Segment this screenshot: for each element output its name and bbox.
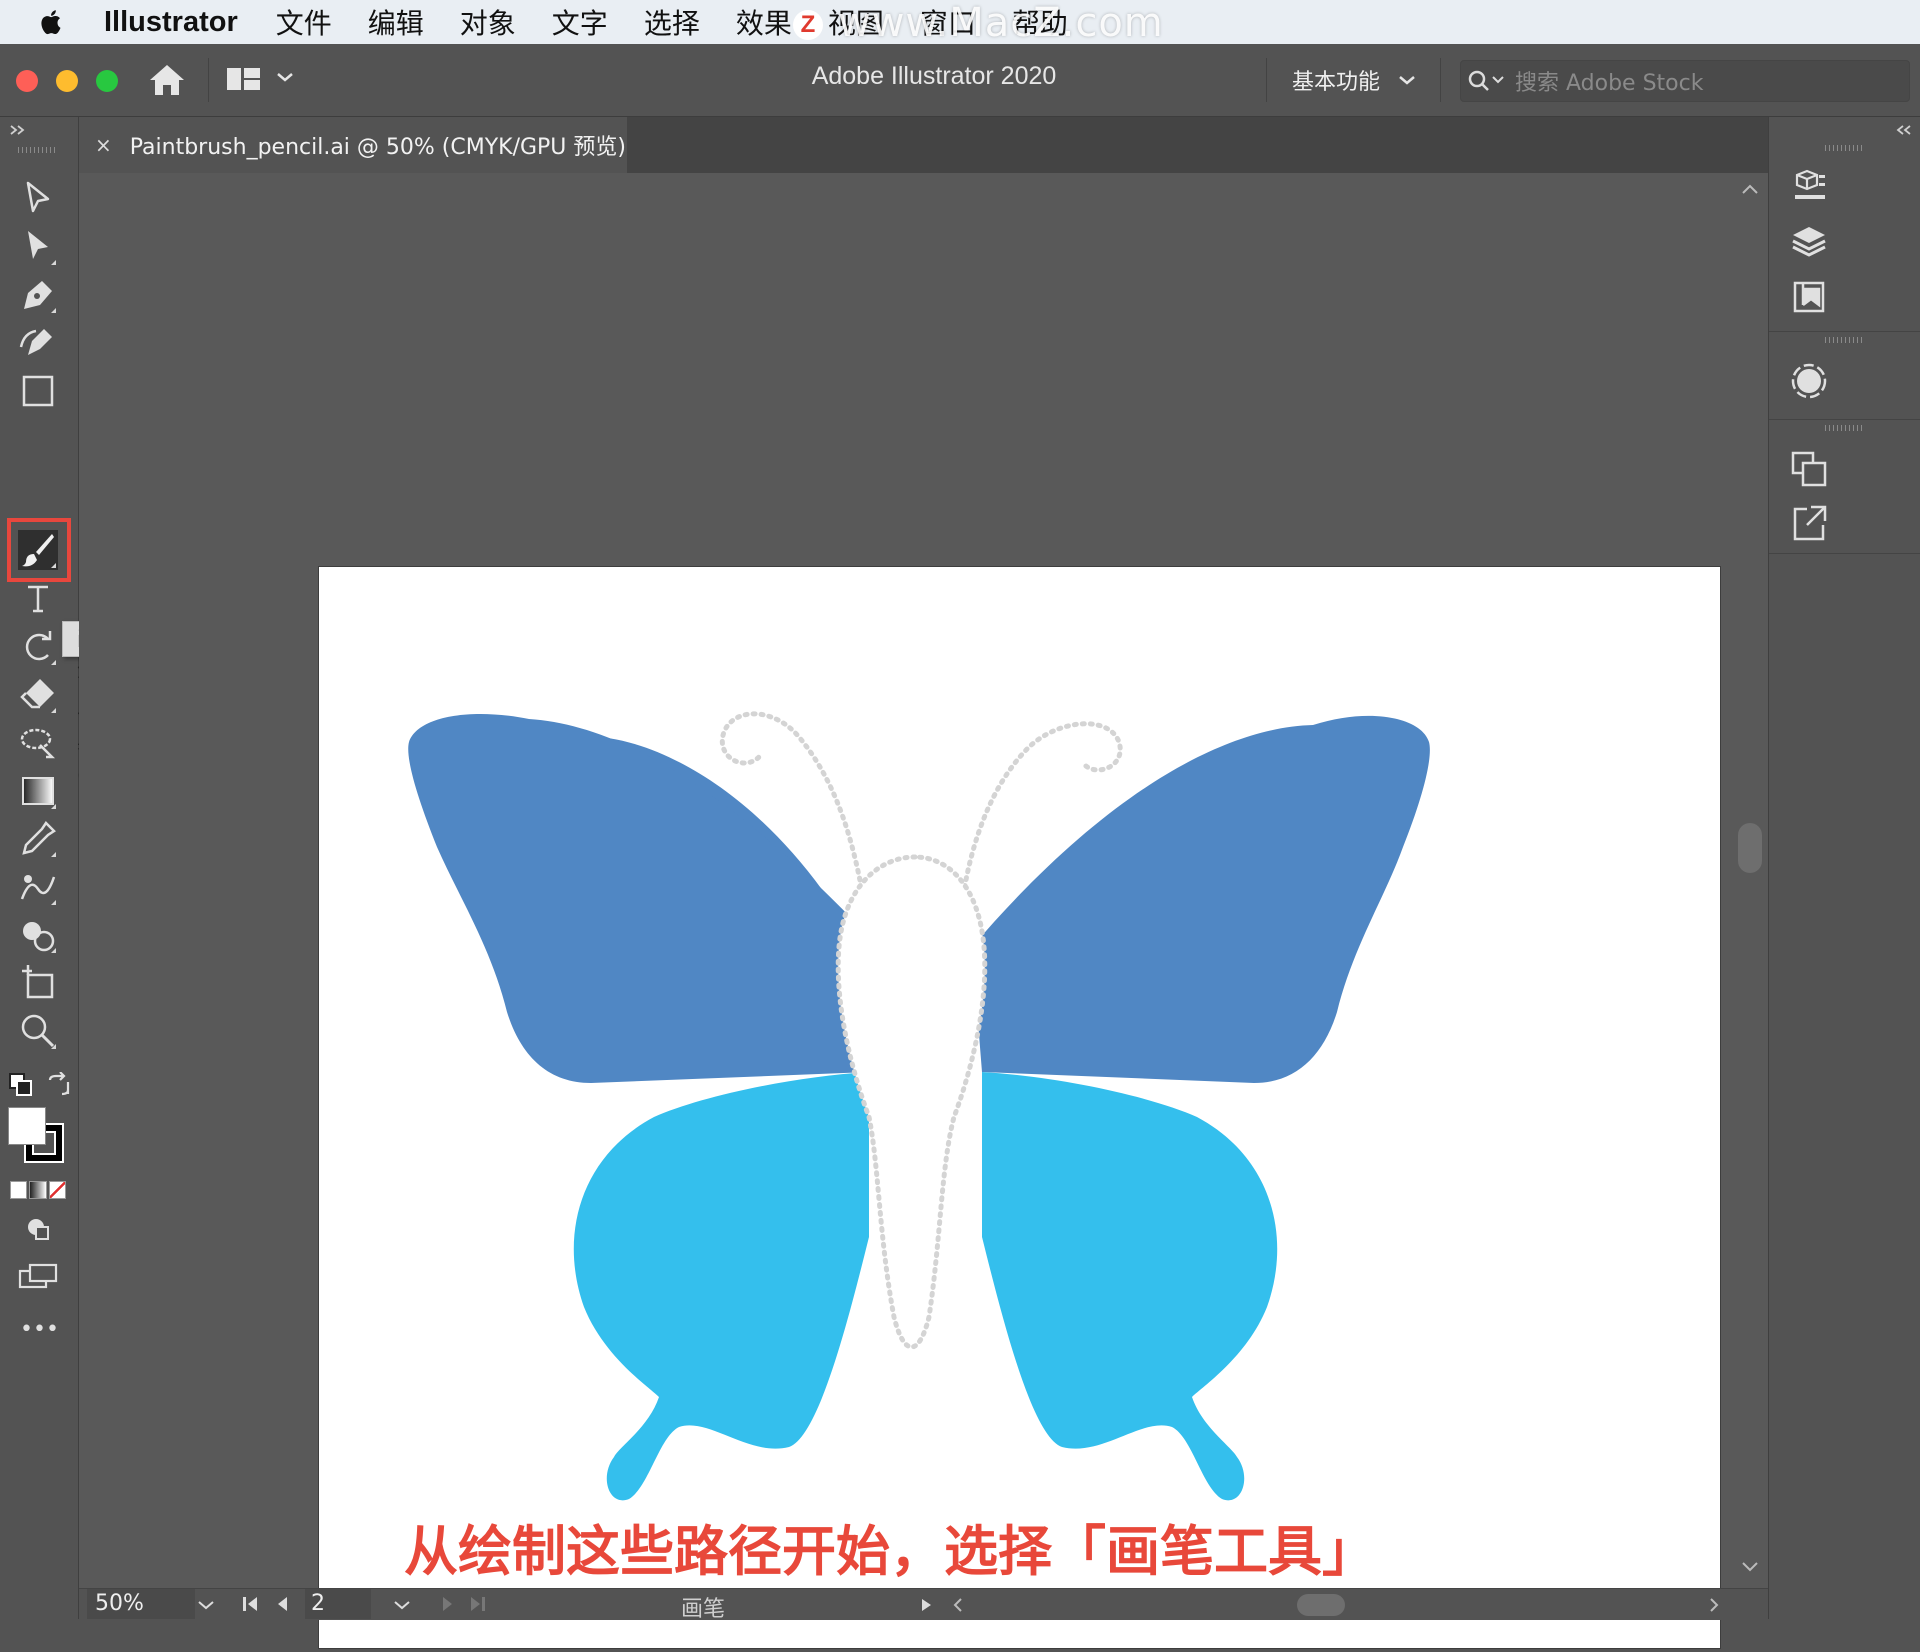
zoom-field[interactable]: 50% [87, 1589, 195, 1619]
app-title-bar: Adobe Illustrator 2020 基本功能 搜索 Adobe Sto… [0, 44, 1920, 117]
type-tool[interactable] [18, 579, 58, 619]
menu-object[interactable]: 对象 [460, 2, 516, 42]
last-artboard-icon[interactable] [467, 1595, 487, 1613]
chevron-down-icon[interactable] [197, 1599, 215, 1611]
butterfly-artwork[interactable] [319, 567, 1720, 1648]
artboard-number-field[interactable]: 2 [305, 1589, 371, 1619]
scrollbar-thumb[interactable] [1738, 823, 1762, 873]
watermark-text: www.MacZ.com [838, 0, 1164, 46]
previous-artboard-icon[interactable] [275, 1595, 291, 1613]
first-artboard-icon[interactable] [241, 1595, 261, 1613]
document-tab[interactable]: × Paintbrush_pencil.ai @ 50% (CMYK/GPU 预… [79, 117, 627, 173]
menu-select[interactable]: 选择 [644, 2, 700, 42]
apple-icon[interactable] [36, 8, 64, 36]
color-mode-buttons [10, 1181, 66, 1199]
drawing-mode-icon[interactable] [24, 1215, 52, 1243]
direct-selection-tool[interactable] [18, 227, 58, 267]
canvas-area[interactable] [79, 173, 1768, 1648]
workspace-label: 基本功能 [1292, 70, 1381, 95]
curvature-pen-icon [19, 329, 52, 355]
document-tab-title: Paintbrush_pencil.ai @ 50% (CMYK/GPU 预览) [129, 135, 626, 160]
upper-right-wing-shape [972, 715, 1430, 1083]
menu-file[interactable]: 文件 [276, 2, 332, 42]
panel-group-1 [1769, 139, 1920, 332]
pen-tool[interactable] [18, 275, 58, 315]
shape-builder-tool[interactable] [18, 915, 58, 955]
swap-fill-stroke-icon[interactable] [46, 1072, 72, 1098]
app-name-menu[interactable]: Illustrator [104, 6, 238, 39]
selection-tool[interactable] [18, 179, 58, 219]
lasso-icon [20, 728, 56, 759]
fill-swatch[interactable] [8, 1107, 46, 1145]
panel-grip[interactable] [18, 147, 58, 153]
expand-panel-icon[interactable] [8, 123, 28, 137]
artboard[interactable] [319, 567, 1720, 1648]
export-panel-icon[interactable] [1789, 503, 1829, 543]
status-bar: 50% 2 画笔 [79, 1588, 1768, 1623]
layers-panel-icon[interactable] [1789, 223, 1829, 263]
libraries-panel-icon[interactable] [1789, 277, 1829, 317]
selection-arrow-icon [26, 181, 50, 213]
menubar: Illustrator 文件 编辑 对象 文字 选择 效果 视图 窗口 帮助 Z… [0, 0, 1920, 46]
status-menu-arrow-icon[interactable] [919, 1597, 933, 1613]
collapse-panel-icon[interactable] [1895, 123, 1915, 137]
color-themes-icon[interactable] [1789, 361, 1829, 401]
rectangle-icon [22, 375, 54, 407]
more-tools-icon[interactable]: ••• [20, 1317, 59, 1342]
curvature-tool[interactable] [18, 321, 58, 361]
search-icon [1468, 70, 1504, 91]
rectangle-tool[interactable] [18, 371, 58, 411]
panel-group-2 [1769, 331, 1920, 420]
scroll-up-icon[interactable] [1740, 183, 1760, 195]
next-artboard-icon[interactable] [439, 1595, 455, 1613]
panel-grip[interactable] [1825, 425, 1865, 431]
eraser-tool[interactable] [18, 675, 58, 715]
watermark-badge: Z [793, 10, 823, 40]
panel-group-3 [1769, 419, 1920, 554]
eyedropper-tool[interactable] [18, 819, 58, 859]
right-panel-dock [1768, 117, 1920, 1619]
artboard-icon [22, 965, 54, 999]
screen-mode-icon[interactable] [18, 1261, 58, 1291]
artboard-tool[interactable] [18, 963, 58, 1003]
puppet-warp-tool[interactable] [18, 867, 58, 907]
none-mode-button[interactable] [48, 1181, 66, 1199]
properties-panel-icon[interactable] [1789, 169, 1829, 209]
gradient-mode-button[interactable] [29, 1181, 47, 1199]
artboard-number: 2 [311, 1591, 325, 1616]
vertical-scrollbar[interactable] [1732, 173, 1768, 1588]
lower-right-wing [982, 1072, 1278, 1501]
chevron-down-icon [1399, 76, 1415, 85]
transform-panel-icon[interactable] [1789, 449, 1829, 489]
zoom-value: 50% [95, 1591, 144, 1616]
upper-left-wing-shape [408, 713, 879, 1083]
horizontal-scroll-thumb[interactable] [1297, 1594, 1345, 1616]
default-fill-stroke-icon[interactable] [8, 1072, 34, 1098]
search-placeholder: 搜索 Adobe Stock [1515, 71, 1704, 96]
workspace-switcher[interactable]: 基本功能 [1292, 64, 1416, 96]
tutorial-caption: 从绘制这些路径开始，选择「画笔工具」 [404, 1520, 1376, 1583]
lasso-tool[interactable] [18, 723, 58, 763]
close-tab-icon[interactable]: × [95, 133, 112, 157]
zoom-tool[interactable] [18, 1011, 58, 1051]
gradient-tool[interactable] [18, 771, 58, 811]
menu-effect[interactable]: 效果 [736, 2, 792, 42]
document-tab-bar: × Paintbrush_pencil.ai @ 50% (CMYK/GPU 预… [79, 117, 1768, 173]
scroll-left-icon[interactable] [951, 1597, 965, 1613]
current-tool-status[interactable]: 画笔 [681, 1591, 725, 1623]
selected-tool-highlight [7, 518, 71, 582]
chevron-down-icon[interactable] [393, 1599, 411, 1611]
type-t-icon [28, 585, 48, 613]
panel-grip[interactable] [1825, 145, 1865, 151]
adobe-stock-search[interactable]: 搜索 Adobe Stock [1460, 60, 1910, 102]
scroll-right-icon[interactable] [1707, 1597, 1721, 1613]
menu-type[interactable]: 文字 [552, 2, 608, 42]
panel-grip[interactable] [1825, 337, 1865, 343]
color-mode-button[interactable] [10, 1181, 28, 1199]
menu-edit[interactable]: 编辑 [368, 2, 424, 42]
tools-panel: 画笔工具 (B) [0, 117, 123, 1619]
rotate-tool[interactable] [18, 627, 58, 667]
